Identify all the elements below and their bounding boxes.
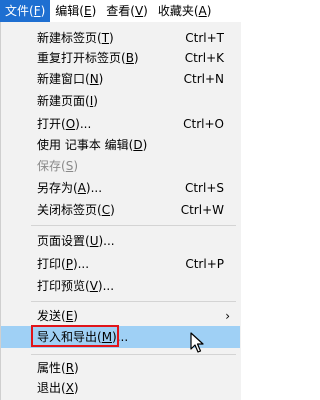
menu-item-edit-notepad[interactable]: 使用 记事本 编辑(D) xyxy=(1,135,240,155)
menu-favorites[interactable]: 收藏夹(A) xyxy=(153,0,217,22)
shortcut-label: Ctrl+P xyxy=(185,257,224,271)
menu-item-print[interactable]: 打印(P)... Ctrl+P xyxy=(1,254,240,274)
menu-item-print-preview[interactable]: 打印预览(V)... xyxy=(1,276,240,296)
menu-item-open[interactable]: 打开(O)... Ctrl+O xyxy=(1,114,240,134)
shortcut-label: Ctrl+W xyxy=(180,203,224,217)
menu-item-new-tab[interactable]: 新建标签页(T) Ctrl+T xyxy=(1,28,240,48)
menu-separator xyxy=(31,301,236,302)
mouse-cursor-icon xyxy=(190,332,204,353)
menu-item-exit[interactable]: 退出(X) xyxy=(1,378,240,398)
menu-item-page-setup[interactable]: 页面设置(U)... xyxy=(1,231,240,251)
menu-edit[interactable]: 编辑(E) xyxy=(50,0,101,22)
shortcut-label: Ctrl+N xyxy=(183,72,224,86)
menu-item-new-window[interactable]: 新建窗口(N) Ctrl+N xyxy=(1,69,240,89)
shortcut-label: Ctrl+S xyxy=(184,181,224,195)
chevron-right-icon: › xyxy=(225,309,230,323)
annotation-highlight-box xyxy=(31,325,119,347)
menu-item-save-as[interactable]: 另存为(A)... Ctrl+S xyxy=(1,178,240,198)
menu-item-properties[interactable]: 属性(R) xyxy=(1,358,240,378)
shortcut-label: Ctrl+K xyxy=(184,51,224,65)
menu-file[interactable]: 文件(F) xyxy=(0,0,51,22)
menu-view[interactable]: 查看(V) xyxy=(101,0,153,22)
file-menu-dropdown: 新建标签页(T) Ctrl+T 重复打开标签页(B) Ctrl+K 新建窗口(N) C… xyxy=(0,22,241,400)
menu-separator xyxy=(31,225,236,226)
menu-item-close-tab[interactable]: 关闭标签页(C) Ctrl+W xyxy=(1,200,240,220)
shortcut-label: Ctrl+T xyxy=(185,31,224,45)
menu-separator xyxy=(31,354,236,355)
menu-item-save: 保存(S) xyxy=(37,159,78,173)
menu-item-reopen-tab[interactable]: 重复打开标签页(B) Ctrl+K xyxy=(1,48,240,68)
shortcut-label: Ctrl+O xyxy=(183,117,224,131)
menu-bar: 文件(F) 编辑(E) 查看(V) 收藏夹(A) xyxy=(0,0,241,23)
menu-item-new-page[interactable]: 新建页面(I) xyxy=(1,91,240,111)
menu-item-send[interactable]: 发送(E) › xyxy=(1,306,240,326)
